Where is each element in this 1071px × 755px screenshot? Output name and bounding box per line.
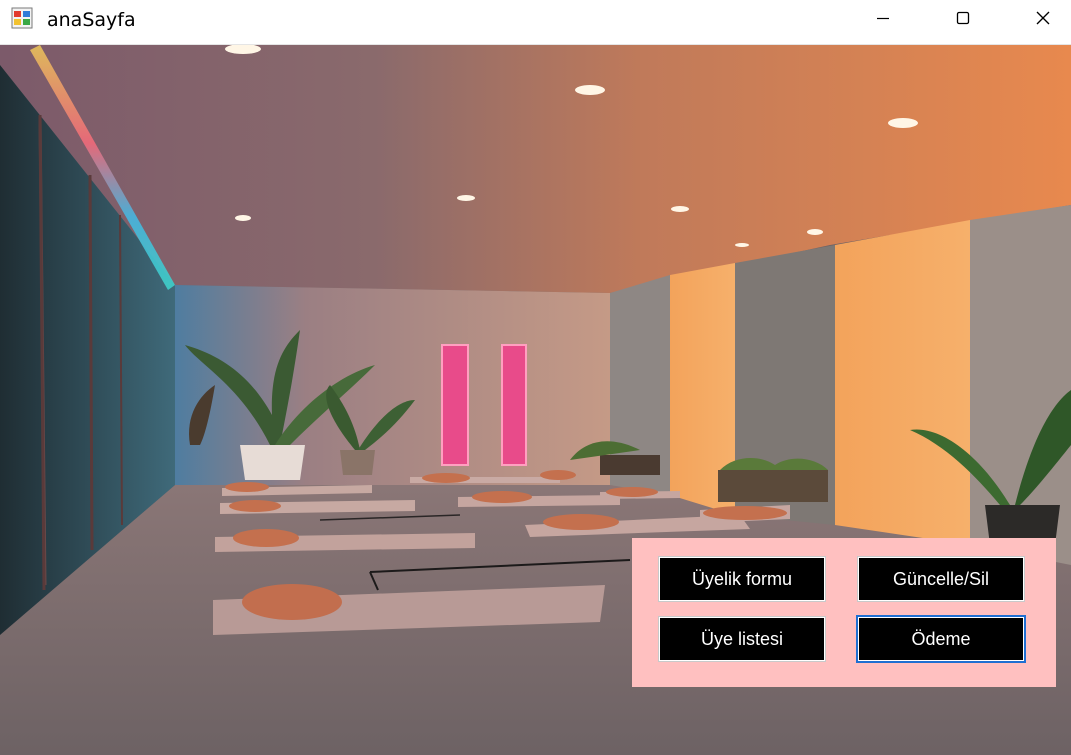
close-button[interactable] [1003, 0, 1071, 36]
close-icon [1036, 11, 1050, 25]
title-bar: anaSayfa [0, 0, 1071, 45]
odeme-label: Ödeme [911, 628, 971, 649]
menu-panel: Üyelik formu Güncelle/Sil Üye listesi Öd… [632, 538, 1056, 687]
app-icon [11, 7, 33, 29]
minimize-button[interactable] [843, 0, 923, 36]
maximize-icon [956, 11, 970, 25]
guncelle-sil-label: Güncelle/Sil [892, 568, 990, 589]
uye-listesi-button[interactable]: Üye listesi [658, 616, 826, 662]
odeme-button[interactable]: Ödeme [856, 615, 1026, 663]
uyelik-formu-label: Üyelik formu [691, 568, 793, 589]
uye-listesi-label: Üye listesi [700, 628, 784, 649]
uyelik-formu-button[interactable]: Üyelik formu [658, 556, 826, 602]
maximize-button[interactable] [923, 0, 1003, 36]
guncelle-sil-button[interactable]: Güncelle/Sil [857, 556, 1025, 602]
minimize-icon [877, 17, 889, 20]
window-title: anaSayfa [47, 9, 136, 31]
